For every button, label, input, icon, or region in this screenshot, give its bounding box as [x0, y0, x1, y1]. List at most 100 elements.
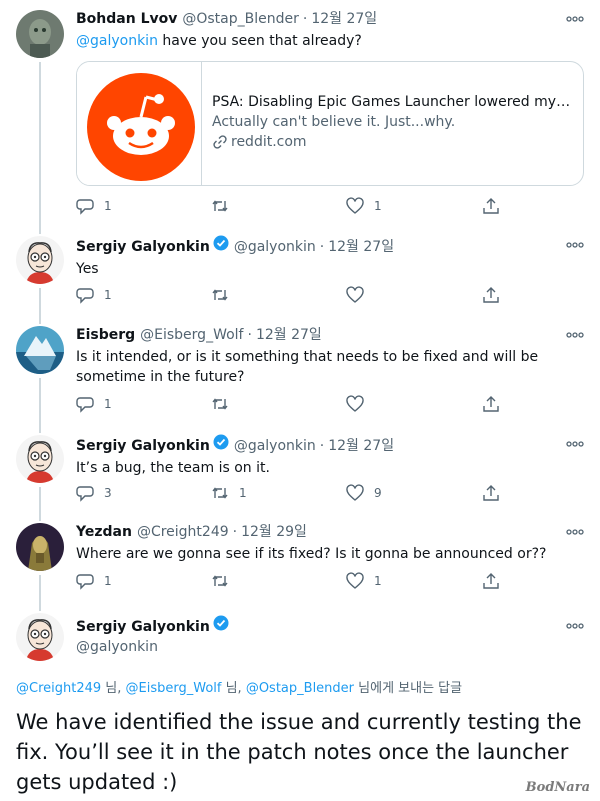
author-name[interactable]: Sergiy Galyonkin	[76, 436, 210, 456]
reply-icon	[76, 288, 94, 304]
tweet-header: Sergiy Galyonkin @galyonkin · 12월 27일	[76, 434, 584, 456]
card-thumbnail	[77, 62, 202, 185]
reply-button[interactable]: 1	[76, 197, 112, 215]
verified-icon	[213, 235, 229, 251]
share-button[interactable]	[482, 572, 500, 590]
author-name[interactable]: Bohdan Lvov	[76, 9, 177, 29]
more-icon[interactable]	[566, 623, 584, 629]
tweet-date[interactable]: 12월 27일	[256, 325, 322, 345]
like-button[interactable]: 1	[346, 197, 382, 215]
thread-line	[39, 575, 41, 601]
like-button[interactable]: 1	[346, 572, 382, 590]
thread-line	[39, 62, 41, 226]
thread-line	[39, 601, 41, 611]
reply-count: 3	[104, 486, 112, 500]
tweet-date[interactable]: 12월 27일	[328, 436, 394, 456]
separator: ·	[232, 524, 238, 540]
thread-line	[39, 226, 41, 234]
author-handle[interactable]: @Eisberg_Wolf	[140, 325, 243, 345]
like-button[interactable]	[346, 286, 374, 304]
retweet-icon	[212, 200, 228, 212]
retweet-icon	[212, 487, 228, 499]
tweet-header: Sergiy Galyonkin @galyonkin · 12월 27일	[76, 235, 584, 257]
author-handle[interactable]: @galyonkin	[76, 637, 158, 657]
author-handle[interactable]: @Ostap_Blender	[182, 9, 299, 29]
tweet-date[interactable]: 12월 27일	[311, 9, 377, 29]
author-handle[interactable]: @galyonkin	[234, 436, 316, 456]
retweet-button[interactable]	[211, 395, 239, 413]
tweet-eisberg[interactable]: Eisberg @Eisberg_Wolf · 12월 27일 Is it in…	[0, 316, 600, 425]
thread-line	[39, 487, 41, 513]
author-handle[interactable]: @galyonkin	[234, 237, 316, 257]
like-icon	[346, 395, 364, 412]
like-button[interactable]	[346, 395, 374, 413]
more-icon[interactable]	[566, 441, 584, 447]
card-title: PSA: Disabling Epic Games Launcher lower…	[212, 94, 573, 110]
share-button[interactable]	[482, 197, 500, 215]
share-button[interactable]	[482, 395, 500, 413]
thread-line	[39, 378, 41, 425]
retweet-button[interactable]	[211, 572, 239, 590]
mention-link[interactable]: @Eisberg_Wolf	[126, 681, 222, 696]
reply-button[interactable]: 1	[76, 286, 112, 304]
mention-link[interactable]: @galyonkin	[76, 33, 158, 49]
verified-icon	[213, 434, 229, 450]
tweet-date[interactable]: 12월 29일	[241, 522, 307, 542]
link-card[interactable]: PSA: Disabling Epic Games Launcher lower…	[76, 61, 584, 186]
tweet-header: Eisberg @Eisberg_Wolf · 12월 27일	[76, 325, 584, 345]
mention-link[interactable]: @Creight249	[16, 681, 101, 696]
avatar[interactable]	[16, 236, 64, 284]
tweet-header: Bohdan Lvov @Ostap_Blender · 12월 27일	[76, 9, 584, 29]
tweet-text: Yes	[76, 261, 99, 277]
more-icon[interactable]	[566, 332, 584, 338]
retweet-button[interactable]: 1	[211, 484, 247, 502]
watermark: BodNara	[525, 780, 590, 795]
avatar[interactable]	[16, 10, 64, 58]
separator: ·	[319, 438, 325, 454]
like-count: 9	[374, 486, 382, 500]
more-icon[interactable]	[566, 529, 584, 535]
separator: ·	[319, 239, 325, 255]
main-tweet-text: We have identified the issue and current…	[16, 710, 582, 794]
share-button[interactable]	[482, 484, 500, 502]
tweet-sergiy-bug[interactable]: Sergiy Galyonkin @galyonkin · 12월 27일 It…	[0, 425, 600, 513]
author-name[interactable]: Sergiy Galyonkin	[76, 617, 210, 637]
like-button[interactable]: 9	[346, 484, 382, 502]
tweet-date[interactable]: 12월 27일	[328, 237, 394, 257]
thread-line	[39, 513, 41, 521]
tweet-sergiy-yes[interactable]: Sergiy Galyonkin @galyonkin · 12월 27일 Ye…	[0, 226, 600, 316]
author-name[interactable]: Eisberg	[76, 325, 135, 345]
mention-link[interactable]: @Ostap_Blender	[246, 681, 354, 696]
retweet-button[interactable]	[211, 197, 239, 215]
reply-button[interactable]: 1	[76, 395, 112, 413]
retweet-button[interactable]	[211, 286, 239, 304]
thread-line	[39, 316, 41, 324]
avatar[interactable]	[16, 435, 64, 483]
link-icon	[213, 135, 227, 149]
author-name[interactable]: Yezdan	[76, 522, 132, 542]
author-handle-line: @galyonkin	[76, 637, 584, 657]
reply-icon	[76, 574, 94, 590]
card-domain: reddit.com	[212, 132, 573, 152]
share-icon	[483, 198, 499, 214]
thread-line	[39, 425, 41, 433]
tweet-yezdan[interactable]: Yezdan @Creight249 · 12월 29일 Where are w…	[0, 513, 600, 601]
tweet-text: Where are we gonna see if its fixed? Is …	[76, 546, 547, 562]
author-name[interactable]: Sergiy Galyonkin	[76, 237, 210, 257]
like-icon	[346, 286, 364, 303]
avatar[interactable]	[16, 613, 64, 661]
share-button[interactable]	[482, 286, 500, 304]
reply-button[interactable]: 1	[76, 572, 112, 590]
more-icon[interactable]	[566, 16, 584, 22]
author-handle[interactable]: @Creight249	[137, 522, 229, 542]
reply-button[interactable]: 3	[76, 484, 112, 502]
thread-line	[39, 288, 41, 316]
avatar[interactable]	[16, 326, 64, 374]
retweet-icon	[212, 289, 228, 301]
separator: ·	[302, 11, 308, 27]
replying-to: @Creight249 님, @Eisberg_Wolf 님, @Ostap_B…	[16, 681, 463, 696]
avatar[interactable]	[16, 523, 64, 571]
more-icon[interactable]	[566, 242, 584, 248]
reply-count: 1	[104, 288, 112, 302]
tweet-bohdan[interactable]: Bohdan Lvov @Ostap_Blender · 12월 27일 @ga…	[0, 0, 600, 226]
